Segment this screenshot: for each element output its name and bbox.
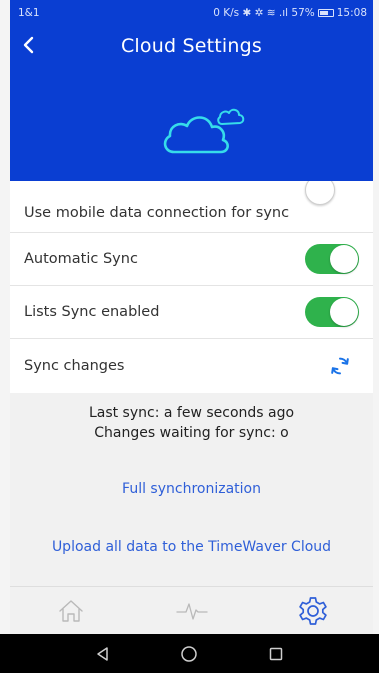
square-recents-icon xyxy=(269,647,283,660)
nav-pulse[interactable] xyxy=(162,589,222,633)
title-bar: Cloud Settings xyxy=(10,26,373,66)
gear-icon xyxy=(298,596,327,625)
status-indicators: 0 K/s ✱ ✲ ≋ .ıl 57% 15:08 xyxy=(213,7,367,19)
carrier-label: 1&1 xyxy=(18,7,40,19)
android-navigation-bar xyxy=(0,634,379,673)
setting-row-lists-sync[interactable]: Lists Sync enabled xyxy=(10,286,373,339)
lists-sync-label: Lists Sync enabled xyxy=(24,304,160,320)
toggle-knob xyxy=(330,298,358,326)
pulse-icon xyxy=(175,602,208,620)
back-button[interactable] xyxy=(14,30,44,60)
changes-waiting-text: Changes waiting for sync: o xyxy=(94,425,289,441)
network-indicators: 0 K/s ✱ ✲ ≋ .ıl 57% xyxy=(213,7,315,19)
upload-all-link[interactable]: Upload all data to the TimeWaver Cloud xyxy=(10,539,373,555)
left-edge xyxy=(0,0,10,673)
automatic-sync-label: Automatic Sync xyxy=(24,251,138,267)
battery-icon xyxy=(317,9,334,17)
right-edge xyxy=(373,0,379,673)
settings-list: Use mobile data connection for sync Auto… xyxy=(10,181,373,392)
system-recents-button[interactable] xyxy=(256,639,296,669)
system-back-button[interactable] xyxy=(83,639,123,669)
chevron-left-icon xyxy=(23,36,34,54)
sync-info-panel: Last sync: a few seconds ago Changes wai… xyxy=(10,393,373,586)
setting-row-sync-changes[interactable]: Sync changes xyxy=(10,339,373,392)
full-sync-link[interactable]: Full synchronization xyxy=(10,481,373,497)
home-icon xyxy=(58,599,83,622)
mobile-data-toggle[interactable] xyxy=(305,181,359,205)
setting-row-automatic-sync[interactable]: Automatic Sync xyxy=(10,233,373,286)
mobile-data-label: Use mobile data connection for sync xyxy=(24,205,290,221)
sync-changes-label: Sync changes xyxy=(24,357,125,374)
sync-button[interactable] xyxy=(325,351,355,381)
lists-sync-toggle[interactable] xyxy=(305,297,359,327)
mobile-data-toggle-wrap xyxy=(305,181,359,205)
app-header: 1&1 0 K/s ✱ ✲ ≋ .ıl 57% 15:08 Cloud Sett… xyxy=(10,0,373,181)
nav-settings[interactable] xyxy=(283,589,343,633)
bottom-navigation xyxy=(10,586,373,634)
clock: 15:08 xyxy=(336,7,367,19)
phone-screen: 1&1 0 K/s ✱ ✲ ≋ .ıl 57% 15:08 Cloud Sett… xyxy=(0,0,379,673)
toggle-knob xyxy=(330,245,358,273)
automatic-sync-toggle[interactable] xyxy=(305,244,359,274)
cloud-icon xyxy=(160,104,250,164)
page-title: Cloud Settings xyxy=(120,35,263,57)
last-sync-text: Last sync: a few seconds ago xyxy=(88,405,295,421)
system-home-button[interactable] xyxy=(169,639,209,669)
toggle-knob xyxy=(305,181,335,205)
circle-home-icon xyxy=(181,645,198,662)
triangle-back-icon xyxy=(97,646,108,661)
sync-icon xyxy=(331,357,349,374)
nav-home[interactable] xyxy=(41,589,101,633)
status-bar: 1&1 0 K/s ✱ ✲ ≋ .ıl 57% 15:08 xyxy=(10,0,373,26)
setting-row-mobile-data[interactable]: Use mobile data connection for sync xyxy=(10,181,373,233)
